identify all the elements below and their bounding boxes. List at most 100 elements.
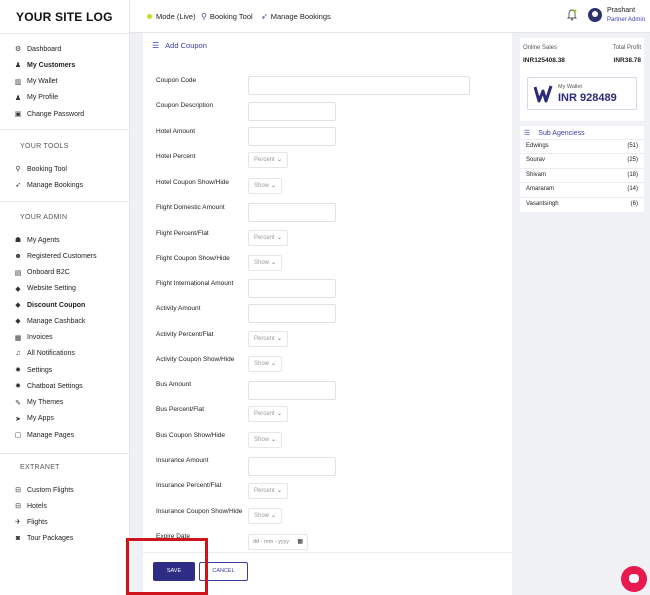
header-booking-tool-link[interactable]: ⚲ Booking Tool [201, 12, 253, 21]
agency-row[interactable]: Shivam (18) [520, 167, 644, 182]
activity-percent-flat-select[interactable]: Percent ⌄ [248, 331, 288, 347]
online-sales-label: Online Sales [523, 45, 558, 51]
profile-icon: ♟ [14, 94, 22, 102]
hotel-amount-label: Hotel Amount [156, 128, 196, 135]
sidebar-item-my-customers[interactable]: ♟ My Customers [14, 58, 75, 72]
sidebar-item-manage-cashback[interactable]: ◆ Manage Cashback [14, 314, 85, 328]
site-logo[interactable]: YOUR SITE LOG [16, 10, 113, 24]
bus-coupon-show-hide-select[interactable]: Show ⌄ [248, 432, 282, 448]
insurance-amount-input[interactable] [248, 457, 336, 476]
sidebar-item-hotels[interactable]: ⊟ Hotels [14, 499, 47, 513]
bus-amount-input[interactable] [248, 381, 336, 400]
hotel-amount-input[interactable] [248, 127, 336, 146]
sidebar-item-label: Booking Tool [27, 165, 67, 173]
wallet-label: My Wallet [558, 84, 582, 90]
flight-international-amount-input[interactable] [248, 279, 336, 298]
bell-icon[interactable] [567, 9, 577, 21]
agency-count: (25) [627, 157, 638, 164]
agency-count: (14) [627, 186, 638, 193]
sidebar-item-my-wallet[interactable]: ▥ My Wallet [14, 75, 58, 89]
sidebar-item-label: Discount Coupon [27, 301, 86, 309]
sidebar-item-tour-packages[interactable]: ◙ Tour Packages [14, 531, 73, 545]
sidebar-item-my-themes[interactable]: ✎ My Themes [14, 396, 63, 410]
sidebar-item-chatboat-settings[interactable]: ✹ Chatboat Settings [14, 379, 83, 393]
activity-coupon-show-hide-label: Activity Coupon Show/Hide [156, 356, 235, 363]
select-value: Show [254, 437, 270, 443]
sidebar-item-label: My Themes [27, 399, 64, 407]
agency-row[interactable]: Amararam (14) [520, 182, 644, 196]
agency-count: (18) [627, 171, 638, 178]
sidebar-item-my-profile[interactable]: ♟ My Profile [14, 91, 58, 105]
mode-live-toggle[interactable]: Mode (Live) [147, 12, 196, 21]
bell-icon: ♫ [15, 350, 21, 358]
section-heading-admin: YOUR ADMIN [20, 214, 68, 221]
coupon-code-input[interactable] [248, 76, 470, 95]
tag-icon: ◆ [15, 318, 21, 326]
select-value: Percent [254, 157, 275, 163]
agency-row[interactable]: Vasantsingh (6) [520, 196, 644, 211]
sidebar-item-label: Change Password [27, 110, 85, 118]
user-plus-icon: ☻ [14, 252, 22, 260]
sidebar-item-manage-bookings[interactable]: ➶ Manage Bookings [14, 178, 83, 192]
expire-date-input[interactable]: dd - mm - yyyy ▦ [248, 534, 308, 550]
sidebar-item-settings[interactable]: ✹ Settings [14, 363, 52, 377]
flight-domestic-amount-input[interactable] [248, 203, 336, 222]
sidebar-item-my-agents[interactable]: ☗ My Agents [14, 233, 60, 247]
insurance-percent-flat-select[interactable]: Percent ⌄ [248, 483, 288, 499]
agency-name: Amararam [526, 186, 555, 193]
flight-international-amount-label: Flight International Amount [156, 280, 234, 287]
avatar[interactable] [588, 8, 602, 22]
flight-coupon-show-hide-select[interactable]: Show ⌄ [248, 255, 282, 271]
select-value: Percent [254, 488, 275, 494]
flight-percent-flat-select[interactable]: Percent ⌄ [248, 230, 288, 246]
activity-coupon-show-hide-select[interactable]: Show ⌄ [248, 356, 282, 372]
sub-agencies-title-text: Sub Agenciess [538, 129, 585, 137]
header-manage-bookings-link[interactable]: ➶ Manage Bookings [261, 12, 331, 21]
user-name[interactable]: Prashant [607, 7, 635, 14]
highlight-box [126, 538, 208, 595]
hotel-percent-select[interactable]: Percent ⌄ [248, 152, 288, 168]
sidebar-item-label: Dashboard [27, 45, 62, 53]
select-value: Show [254, 183, 270, 189]
insurance-percent-flat-label: Insurance Percent/Flat [156, 482, 222, 489]
wallet-box[interactable]: My Wallet INR 928489 [527, 77, 637, 110]
section-heading-extranet: EXTRANET [20, 464, 60, 471]
sidebar-item-custom-flights[interactable]: ⊟ Custom Flights [14, 483, 74, 497]
sidebar-item-invoices[interactable]: ▦ Invoices [14, 331, 53, 345]
sidebar-item-onboard-b2c[interactable]: ▤ Onboard B2C [14, 266, 70, 280]
divider [0, 129, 130, 130]
sidebar-item-label: Hotels [27, 502, 47, 510]
bus-percent-flat-select[interactable]: Percent ⌄ [248, 406, 288, 422]
bus-coupon-show-hide-label: Bus Coupon Show/Hide [156, 432, 226, 439]
wallet-logo-icon [534, 85, 553, 103]
flight-coupon-show-hide-label: Flight Coupon Show/Hide [156, 255, 230, 262]
activity-percent-flat-label: Activity Percent/Flat [156, 331, 214, 338]
sidebar-item-change-password[interactable]: ▣ Change Password [14, 107, 85, 121]
hotel-coupon-show-hide-select[interactable]: Show ⌄ [248, 178, 282, 194]
flight-percent-flat-label: Flight Percent/Flat [156, 230, 209, 237]
sidebar-item-registered-customers[interactable]: ☻ Registered Customers [14, 249, 96, 263]
sidebar-item-label: Manage Pages [27, 431, 75, 439]
paint-icon: ✎ [15, 399, 21, 407]
chat-button[interactable] [621, 566, 647, 592]
agency-row[interactable]: Sourav (25) [520, 153, 644, 167]
select-value: Percent [254, 336, 275, 342]
tags-icon: ◆ [15, 302, 21, 310]
bed-icon: ⊟ [15, 487, 21, 494]
select-value: Show [254, 361, 270, 367]
agency-row[interactable]: Edwings (51) [520, 139, 644, 153]
coupon-description-input[interactable] [248, 102, 336, 121]
sidebar-item-my-apps[interactable]: ➤ My Apps [14, 412, 54, 426]
sidebar-item-discount-coupon[interactable]: ◆ Discount Coupon [14, 298, 85, 312]
top-header: Mode (Live) ⚲ Booking Tool ➶ Manage Book… [130, 0, 650, 33]
activity-amount-input[interactable] [248, 304, 336, 323]
insurance-coupon-show-hide-select[interactable]: Show ⌄ [248, 508, 282, 524]
sidebar-item-manage-pages[interactable]: ▢ Manage Pages [14, 428, 74, 442]
chevron-down-icon: ⌄ [270, 513, 276, 519]
chevron-down-icon: ⌄ [276, 336, 282, 342]
sidebar-item-all-notifications[interactable]: ♫ All Notifications [14, 347, 74, 361]
sidebar-item-dashboard[interactable]: ⚙ Dashboard [14, 42, 61, 56]
sidebar-item-website-setting[interactable]: ◆ Website Setting [14, 282, 76, 296]
sidebar-item-booking-tool[interactable]: ⚲ Booking Tool [14, 162, 67, 176]
sidebar-item-flights[interactable]: ✈ Flights [14, 515, 48, 529]
